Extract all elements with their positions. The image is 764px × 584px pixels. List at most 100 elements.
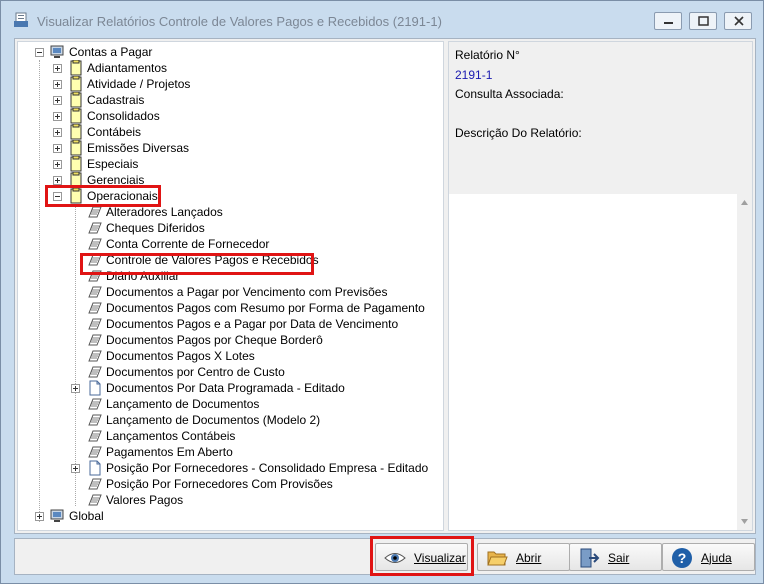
title-bar: Visualizar Relatórios Controle de Valore… <box>1 1 763 37</box>
tree-node-label: Pagamentos Em Aberto <box>106 445 233 459</box>
report-number-label: Relatório N° <box>455 48 520 62</box>
tree-node-label: Cadastrais <box>87 93 145 107</box>
report-page-icon <box>88 302 102 314</box>
expand-icon[interactable] <box>53 64 62 73</box>
expand-icon[interactable] <box>53 112 62 121</box>
tree-node-label: Posição Por Fornecedores Com Provisões <box>106 477 333 491</box>
open-folder-icon <box>487 551 508 566</box>
tree-node-label: Contas a Pagar <box>69 45 153 59</box>
abrir-label: Abrir <box>516 551 542 565</box>
tree-node-label: Diário Auxiliar <box>106 269 180 283</box>
tree-node-label: Atividade / Projetos <box>87 77 191 91</box>
tree-node-label: Posição Por Fornecedores - Consolidado E… <box>106 461 429 475</box>
report-page-icon <box>88 446 102 458</box>
tree-node-label: Documentos por Centro de Custo <box>106 365 285 379</box>
document-icon <box>89 380 101 396</box>
folder-report-icon <box>70 188 82 204</box>
report-page-icon <box>88 350 102 362</box>
tree-node-label: Documentos a Pagar por Vencimento com Pr… <box>106 285 388 299</box>
expand-icon[interactable] <box>71 464 80 473</box>
report-page-icon <box>88 254 102 266</box>
report-page-icon <box>88 286 102 298</box>
folder-report-icon <box>70 156 82 172</box>
close-button[interactable] <box>724 12 752 30</box>
expand-icon[interactable] <box>53 144 62 153</box>
expand-icon[interactable] <box>71 384 80 393</box>
computer-icon <box>50 509 64 522</box>
description-text-area[interactable] <box>449 194 737 530</box>
folder-report-icon <box>70 92 82 108</box>
tree-node-label: Operacionais <box>87 189 158 203</box>
window-title: Visualizar Relatórios Controle de Valore… <box>37 14 442 29</box>
document-icon <box>89 460 101 476</box>
descricao-label: Descrição Do Relatório: <box>455 126 582 140</box>
expand-icon[interactable] <box>53 160 62 169</box>
report-page-icon <box>88 478 102 490</box>
expand-icon[interactable] <box>53 80 62 89</box>
tree-node-label: Gerenciais <box>87 173 145 187</box>
tree-node-label: Documentos Pagos com Resumo por Forma de… <box>106 301 425 315</box>
tree-node-label: Documentos Pagos X Lotes <box>106 349 255 363</box>
maximize-icon <box>698 16 709 26</box>
folder-report-icon <box>70 60 82 76</box>
scrollbar-arrows-icon <box>741 200 748 524</box>
tree-guide <box>39 60 40 522</box>
minimize-icon <box>664 22 673 24</box>
report-page-icon <box>88 222 102 234</box>
help-icon: ? <box>672 548 692 568</box>
expand-icon[interactable] <box>53 96 62 105</box>
expand-icon[interactable] <box>35 512 44 521</box>
collapse-icon[interactable] <box>35 48 44 57</box>
tree-node-label: Lançamento de Documentos <box>106 397 260 411</box>
button-bar: Visualizar Abrir Sair ? Ajuda <box>14 536 756 576</box>
report-page-icon <box>88 334 102 346</box>
sair-button[interactable]: Sair <box>569 543 662 571</box>
report-tree[interactable]: Contas a Pagar Adiantamentos Atividade / … <box>17 41 444 531</box>
tree-guide <box>75 204 76 506</box>
visualizar-button[interactable]: Visualizar <box>375 543 468 571</box>
tree-node-label: Especiais <box>87 157 139 171</box>
tree-node-label: Lançamentos Contábeis <box>106 429 236 443</box>
report-page-icon <box>88 270 102 282</box>
description-scrollbar[interactable] <box>737 194 752 530</box>
folder-report-icon <box>70 124 82 140</box>
tree-node-label: Alteradores Lançados <box>106 205 223 219</box>
visualizar-label: Visualizar <box>414 551 466 565</box>
ajuda-button[interactable]: ? Ajuda <box>662 543 755 571</box>
tree-node-label: Lançamento de Documentos (Modelo 2) <box>106 413 321 427</box>
abrir-button[interactable]: Abrir <box>477 543 570 571</box>
folder-report-icon <box>70 76 82 92</box>
tree-node-label: Emissões Diversas <box>87 141 190 155</box>
ajuda-label: Ajuda <box>701 551 732 565</box>
tree-node-label: Global <box>69 509 104 523</box>
report-page-icon <box>88 414 102 426</box>
collapse-icon[interactable] <box>53 192 62 201</box>
tree-node-label: Documentos Pagos e a Pagar por Data de V… <box>106 317 399 331</box>
report-page-icon <box>88 238 102 250</box>
report-app-icon <box>14 12 28 27</box>
report-page-icon <box>88 206 102 218</box>
minimize-button[interactable] <box>654 12 682 30</box>
report-page-icon <box>88 318 102 330</box>
folder-report-icon <box>70 172 82 188</box>
tree-node-label: Cheques Diferidos <box>106 221 205 235</box>
eye-icon <box>384 553 406 563</box>
tree-node-label: Documentos Por Data Programada - Editado <box>106 381 345 395</box>
report-page-icon <box>88 366 102 378</box>
close-icon <box>734 16 744 26</box>
report-viewer-window: Visualizar Relatórios Controle de Valore… <box>0 0 764 584</box>
report-info-panel: Relatório N° 2191-1 Consulta Associada: … <box>448 41 753 531</box>
computer-icon <box>50 45 64 58</box>
svg-text:?: ? <box>678 550 687 566</box>
expand-icon[interactable] <box>53 128 62 137</box>
expand-icon[interactable] <box>53 176 62 185</box>
report-page-icon <box>88 430 102 442</box>
maximize-button[interactable] <box>689 12 717 30</box>
main-panel: Contas a Pagar Adiantamentos Atividade / … <box>14 38 756 534</box>
folder-report-icon <box>70 108 82 124</box>
report-page-icon <box>88 494 102 506</box>
report-number-value: 2191-1 <box>455 68 493 82</box>
tree-node-label: Conta Corrente de Fornecedor <box>106 237 270 251</box>
tree-node-label: Documentos Pagos por Cheque Borderô <box>106 333 323 347</box>
exit-door-icon <box>580 548 600 568</box>
